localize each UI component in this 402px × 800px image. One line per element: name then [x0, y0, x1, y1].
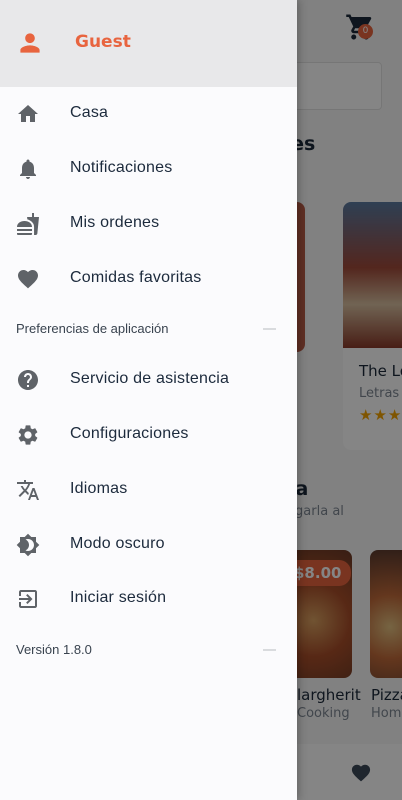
drawer-header[interactable]: Guest: [0, 0, 297, 87]
version-row: Versión 1.8.0: [0, 639, 297, 661]
section-header-text: Preferencias de aplicación: [16, 321, 169, 336]
menu-item-label: Mis ordenes: [70, 214, 160, 231]
menu-item-favorites[interactable]: Comidas favoritas: [0, 252, 297, 306]
menu-item-label: Idiomas: [70, 480, 128, 497]
menu-item-help[interactable]: Servicio de asistencia: [0, 353, 297, 407]
menu-item-notifications[interactable]: Notificaciones: [0, 142, 297, 196]
section-divider: [263, 328, 276, 330]
section-header-preferences: Preferencias de aplicación: [0, 318, 297, 340]
user-icon: [20, 33, 40, 53]
heart-icon: [18, 270, 38, 289]
section-divider: [263, 649, 276, 651]
menu-item-label: Casa: [70, 104, 109, 121]
version-text: Versión 1.8.0: [16, 642, 92, 657]
gear-icon: [18, 425, 38, 445]
user-name: Guest: [75, 32, 131, 52]
menu-item-orders[interactable]: Mis ordenes: [0, 197, 297, 251]
menu-item-login[interactable]: Iniciar sesión: [0, 572, 297, 626]
bell-icon: [20, 159, 36, 179]
menu-item-label: Modo oscuro: [70, 535, 165, 552]
translate-icon: [17, 480, 39, 500]
menu-item-label: Servicio de asistencia: [70, 370, 230, 387]
menu-item-dark-mode[interactable]: Modo oscuro: [0, 518, 297, 572]
menu-item-label: Notificaciones: [70, 159, 173, 176]
menu-item-home[interactable]: Casa: [0, 87, 297, 141]
navigation-drawer: Guest Casa Notificaciones Mis ordenes Co…: [0, 0, 297, 800]
menu-item-label: Iniciar sesión: [70, 589, 167, 606]
orders-icon: [17, 213, 39, 235]
menu-item-label: Configuraciones: [70, 425, 189, 442]
menu-item-languages[interactable]: Idiomas: [0, 463, 297, 517]
brightness-icon: [16, 533, 40, 557]
menu-item-label: Comidas favoritas: [70, 269, 202, 286]
menu-item-settings[interactable]: Configuraciones: [0, 408, 297, 462]
home-icon: [18, 105, 38, 122]
help-icon: [18, 370, 38, 390]
login-icon: [19, 590, 37, 608]
